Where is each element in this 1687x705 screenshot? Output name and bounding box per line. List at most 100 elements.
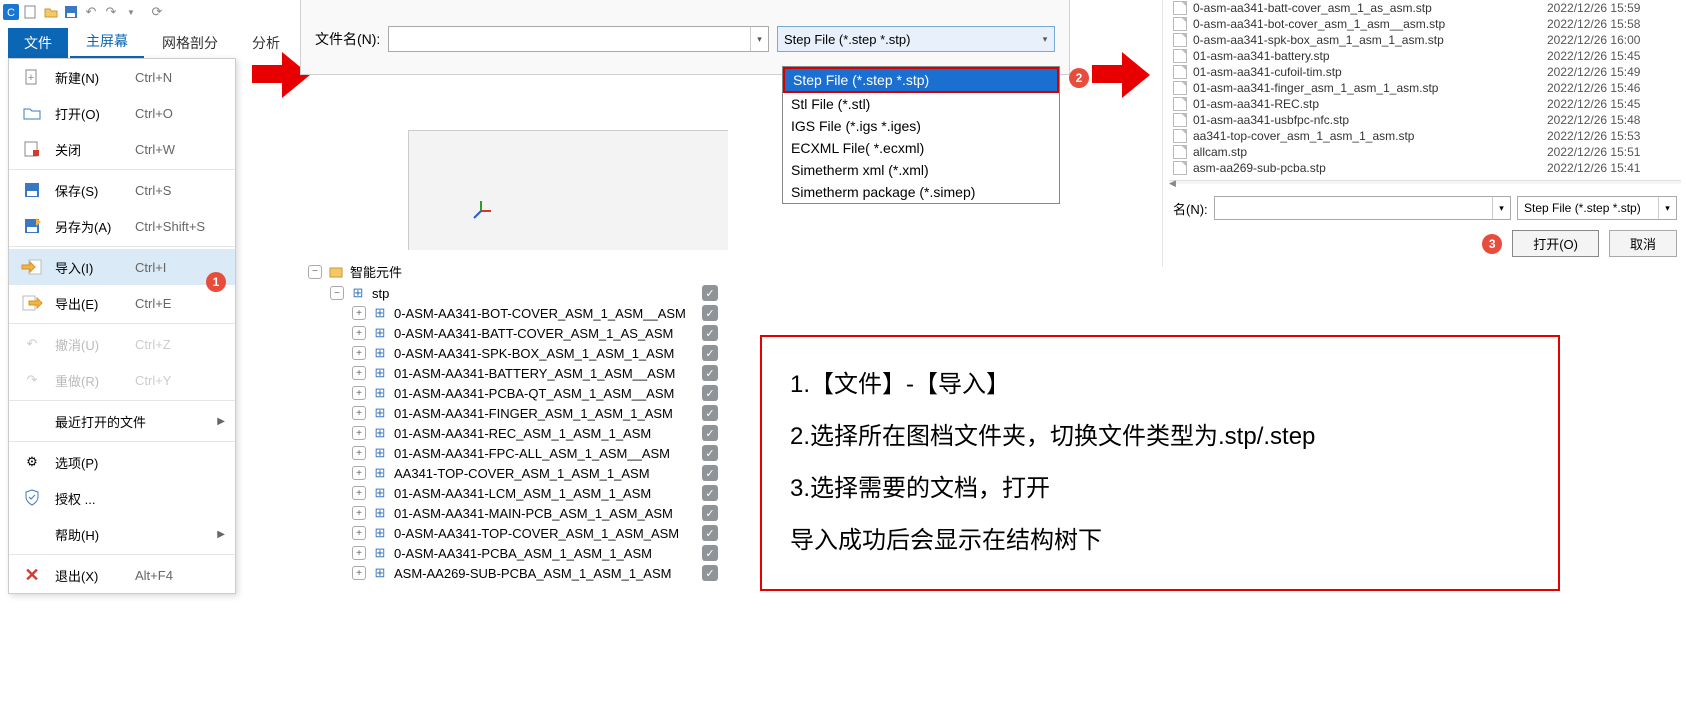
save-icon[interactable] xyxy=(62,3,80,21)
tree-item-label: 0-ASM-AA341-BATT-COVER_ASM_1_AS_ASM xyxy=(394,326,690,341)
check-icon[interactable]: ✓ xyxy=(702,425,718,441)
filetype-select[interactable]: Step File (*.step *.stp) ▾ xyxy=(777,26,1055,52)
browser-filetype-select[interactable]: Step File (*.step *.stp) ▾ xyxy=(1517,196,1677,220)
new-icon[interactable] xyxy=(22,3,40,21)
file-row[interactable]: 01-asm-aa341-battery.stp2022/12/26 15:45 xyxy=(1163,48,1687,64)
refresh-icon[interactable]: ⟳ xyxy=(148,3,166,21)
tab-mesh[interactable]: 网格剖分 xyxy=(146,28,234,58)
tree-item[interactable]: +⊞0-ASM-AA341-PCBA_ASM_1_ASM_1_ASM✓ xyxy=(352,543,718,563)
filetype-option-simep[interactable]: Simetherm package (*.simep) xyxy=(783,181,1059,203)
filetype-option-ecxml[interactable]: ECXML File( *.ecxml) xyxy=(783,137,1059,159)
tab-file[interactable]: 文件 xyxy=(8,28,68,58)
filetype-option-xml[interactable]: Simetherm xml (*.xml) xyxy=(783,159,1059,181)
tree-item[interactable]: +⊞01-ASM-AA341-MAIN-PCB_ASM_1_ASM_ASM✓ xyxy=(352,503,718,523)
menu-export[interactable]: 导出(E) Ctrl+E xyxy=(9,285,235,321)
tree-item[interactable]: +⊞01-ASM-AA341-FINGER_ASM_1_ASM_1_ASM✓ xyxy=(352,403,718,423)
tab-main[interactable]: 主屏幕 xyxy=(70,26,144,59)
menu-help[interactable]: 帮助(H) ▶ xyxy=(9,516,235,552)
tree-item[interactable]: +⊞01-ASM-AA341-REC_ASM_1_ASM_1_ASM✓ xyxy=(352,423,718,443)
cancel-button[interactable]: 取消 xyxy=(1609,230,1677,257)
tree-expand-icon[interactable]: + xyxy=(352,566,366,580)
horizontal-scrollbar[interactable]: ◀ xyxy=(1169,180,1681,184)
check-icon[interactable]: ✓ xyxy=(702,565,718,581)
menu-import-label: 导入(I) xyxy=(55,258,125,277)
menu-import[interactable]: 导入(I) Ctrl+I xyxy=(9,249,235,285)
tree-expand-icon[interactable]: + xyxy=(352,526,366,540)
filetype-option-step[interactable]: Step File (*.step *.stp) xyxy=(783,67,1059,93)
filename-dropdown-icon[interactable]: ▾ xyxy=(750,27,768,51)
tree-item[interactable]: +⊞01-ASM-AA341-FPC-ALL_ASM_1_ASM__ASM✓ xyxy=(352,443,718,463)
tree-item[interactable]: +⊞01-ASM-AA341-BATTERY_ASM_1_ASM__ASM✓ xyxy=(352,363,718,383)
menu-save[interactable]: 保存(S) Ctrl+S xyxy=(9,172,235,208)
check-icon[interactable]: ✓ xyxy=(702,285,718,301)
tree-expand-icon[interactable]: + xyxy=(352,486,366,500)
tree-expand-icon[interactable]: + xyxy=(352,386,366,400)
tree-item[interactable]: +⊞01-ASM-AA341-PCBA-QT_ASM_1_ASM__ASM✓ xyxy=(352,383,718,403)
file-row[interactable]: 0-asm-aa341-spk-box_asm_1_asm_1_asm.stp2… xyxy=(1163,32,1687,48)
check-icon[interactable]: ✓ xyxy=(702,305,718,321)
dropdown-icon[interactable]: ▼ xyxy=(122,3,140,21)
menu-saveas[interactable]: 另存为(A) Ctrl+Shift+S xyxy=(9,208,235,244)
tree-collapse-icon[interactable]: − xyxy=(308,265,322,279)
check-icon[interactable]: ✓ xyxy=(702,445,718,461)
check-icon[interactable]: ✓ xyxy=(702,545,718,561)
tree-item[interactable]: +⊞01-ASM-AA341-LCM_ASM_1_ASM_1_ASM✓ xyxy=(352,483,718,503)
check-icon[interactable]: ✓ xyxy=(702,405,718,421)
check-icon[interactable]: ✓ xyxy=(702,345,718,361)
menu-close[interactable]: 关闭 Ctrl+W xyxy=(9,131,235,167)
menu-options[interactable]: ⚙ 选项(P) xyxy=(9,444,235,480)
filetype-option-igs[interactable]: IGS File (*.igs *.iges) xyxy=(783,115,1059,137)
tree-expand-icon[interactable]: + xyxy=(352,446,366,460)
dropdown-icon[interactable]: ▾ xyxy=(1658,197,1676,219)
check-icon[interactable]: ✓ xyxy=(702,385,718,401)
tree-expand-icon[interactable]: + xyxy=(352,426,366,440)
check-icon[interactable]: ✓ xyxy=(702,505,718,521)
tree-item[interactable]: +⊞ASM-AA269-SUB-PCBA_ASM_1_ASM_1_ASM✓ xyxy=(352,563,718,583)
check-icon[interactable]: ✓ xyxy=(702,485,718,501)
tree-collapse-icon[interactable]: − xyxy=(330,286,344,300)
browser-filename-input[interactable]: ▾ xyxy=(1214,196,1511,220)
check-icon[interactable]: ✓ xyxy=(702,365,718,381)
filename-input[interactable]: ▾ xyxy=(388,26,769,52)
file-row[interactable]: aa341-top-cover_asm_1_asm_1_asm.stp2022/… xyxy=(1163,128,1687,144)
file-row[interactable]: 01-asm-aa341-REC.stp2022/12/26 15:45 xyxy=(1163,96,1687,112)
tree-root[interactable]: − 智能元件 xyxy=(308,260,718,283)
tree-item[interactable]: +⊞0-ASM-AA341-BATT-COVER_ASM_1_AS_ASM✓ xyxy=(352,323,718,343)
tree-expand-icon[interactable]: + xyxy=(352,306,366,320)
tree-expand-icon[interactable]: + xyxy=(352,506,366,520)
menu-license[interactable]: 授权 ... xyxy=(9,480,235,516)
file-row[interactable]: 01-asm-aa341-cufoil-tim.stp2022/12/26 15… xyxy=(1163,64,1687,80)
file-row[interactable]: asm-aa269-sub-pcba.stp2022/12/26 15:41 xyxy=(1163,160,1687,177)
file-row[interactable]: 01-asm-aa341-finger_asm_1_asm_1_asm.stp2… xyxy=(1163,80,1687,96)
check-icon[interactable]: ✓ xyxy=(702,465,718,481)
redo-icon[interactable]: ↷ xyxy=(102,3,120,21)
file-row[interactable]: 0-asm-aa341-bot-cover_asm_1_asm__asm.stp… xyxy=(1163,16,1687,32)
filetype-option-stl[interactable]: Stl File (*.stl) xyxy=(783,93,1059,115)
dropdown-icon[interactable]: ▾ xyxy=(1492,197,1510,219)
tree-expand-icon[interactable]: + xyxy=(352,346,366,360)
file-row[interactable]: 01-asm-aa341-usbfpc-nfc.stp2022/12/26 15… xyxy=(1163,112,1687,128)
filetype-dropdown-icon[interactable]: ▾ xyxy=(1036,27,1054,51)
menu-open[interactable]: 打开(O) Ctrl+O xyxy=(9,95,235,131)
open-button[interactable]: 打开(O) xyxy=(1512,230,1599,257)
tree-item[interactable]: +⊞0-ASM-AA341-TOP-COVER_ASM_1_ASM_ASM✓ xyxy=(352,523,718,543)
tree-expand-icon[interactable]: + xyxy=(352,466,366,480)
tree-expand-icon[interactable]: + xyxy=(352,406,366,420)
tree-item[interactable]: +⊞AA341-TOP-COVER_ASM_1_ASM_1_ASM✓ xyxy=(352,463,718,483)
menu-redo-label: 重做(R) xyxy=(55,371,125,390)
tree-expand-icon[interactable]: + xyxy=(352,366,366,380)
menu-exit[interactable]: ✕ 退出(X) Alt+F4 xyxy=(9,557,235,593)
tree-item[interactable]: +⊞0-ASM-AA341-BOT-COVER_ASM_1_ASM__ASM✓ xyxy=(352,303,718,323)
tree-item[interactable]: +⊞0-ASM-AA341-SPK-BOX_ASM_1_ASM_1_ASM✓ xyxy=(352,343,718,363)
undo-icon[interactable]: ↶ xyxy=(82,3,100,21)
menu-new[interactable]: + 新建(N) Ctrl+N xyxy=(9,59,235,95)
file-row[interactable]: allcam.stp2022/12/26 15:51 xyxy=(1163,144,1687,160)
menu-recent[interactable]: 最近打开的文件 ▶ xyxy=(9,403,235,439)
check-icon[interactable]: ✓ xyxy=(702,525,718,541)
tree-stp-node[interactable]: − ⊞ stp ✓ xyxy=(330,283,718,303)
file-row[interactable]: 0-asm-aa341-batt-cover_asm_1_as_asm.stp2… xyxy=(1163,0,1687,16)
tree-expand-icon[interactable]: + xyxy=(352,326,366,340)
check-icon[interactable]: ✓ xyxy=(702,325,718,341)
tree-expand-icon[interactable]: + xyxy=(352,546,366,560)
open-icon[interactable] xyxy=(42,3,60,21)
